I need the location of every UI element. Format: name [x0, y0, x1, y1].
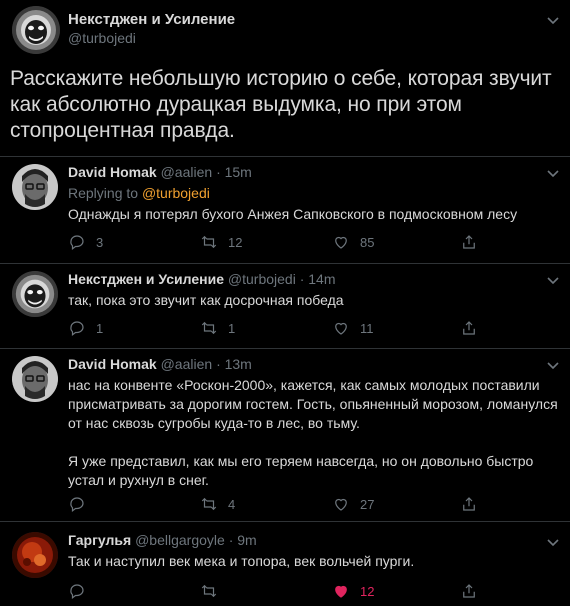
man-with-glasses-avatar[interactable]	[12, 164, 58, 210]
red-gargoyle-avatar[interactable]	[12, 532, 58, 578]
tweet-actions: 12	[64, 582, 484, 602]
reply-text: так, пока это звучит как досрочная побед…	[68, 291, 560, 310]
reply-count: 1	[96, 320, 104, 336]
man-with-glasses-icon	[12, 356, 58, 402]
reply-button[interactable]: 1	[68, 319, 103, 337]
reply-text-paragraph: нас на конвенте «Роскон-2000», кажется, …	[68, 377, 558, 431]
like-count: 85	[360, 234, 375, 250]
like-button[interactable]: 12	[332, 582, 374, 600]
reply-author-handle[interactable]: @aalien	[161, 356, 213, 372]
like-count: 27	[360, 496, 375, 512]
chevron-down-icon[interactable]	[545, 357, 561, 373]
reply-header: David Homak @aalien · 13m	[68, 356, 252, 372]
tweet-actions: 3 12 85	[64, 233, 484, 253]
tweet-actions: 1 1 11	[64, 319, 484, 339]
reply-count: 3	[96, 234, 104, 250]
reply-author-name[interactable]: Некстджен и Усиление	[68, 271, 224, 287]
reply-header: Некстджен и Усиление @turbojedi · 14m	[68, 271, 336, 287]
astronaut-face-avatar[interactable]	[12, 6, 60, 54]
reply-author-handle[interactable]: @bellgargoyle	[135, 532, 225, 548]
chevron-down-icon[interactable]	[545, 534, 561, 550]
share-icon	[463, 235, 475, 249]
heart-icon	[335, 236, 347, 249]
reply-text: Однажды я потерял бухого Анжея Сапковско…	[68, 205, 560, 224]
retweet-count: 1	[228, 320, 236, 336]
share-icon	[463, 497, 475, 511]
replying-to-label: Replying to	[68, 185, 142, 201]
reply-text-paragraph: Так и наступил век мека и топора, век во…	[68, 553, 415, 569]
gargoyle-icon	[12, 532, 58, 578]
reply-author-name[interactable]: Гаргулья	[68, 532, 131, 548]
reply-icon	[70, 235, 84, 250]
reply-text-paragraph: Однажды я потерял бухого Анжея Сапковско…	[68, 206, 518, 222]
reply-button[interactable]	[68, 582, 96, 600]
share-button[interactable]	[460, 495, 478, 513]
reply-timestamp[interactable]: · 13m	[216, 356, 252, 372]
tweet-actions: 4 27	[64, 495, 484, 515]
like-count: 12	[360, 583, 375, 599]
reply-icon	[70, 497, 84, 512]
reply-text-paragraph: так, пока это звучит как досрочная побед…	[68, 292, 344, 308]
heart-icon	[335, 498, 347, 511]
main-tweet-header: Некстджен и Усиление @turbojedi	[0, 0, 570, 62]
like-button[interactable]: 27	[332, 495, 374, 513]
share-button[interactable]	[460, 582, 478, 600]
reply-tweet[interactable]: Гаргулья @bellgargoyle · 9m Так и наступ…	[0, 522, 570, 606]
reply-tweet[interactable]: Некстджен и Усиление @turbojedi · 14m та…	[0, 264, 570, 348]
reply-author-handle[interactable]: @aalien	[161, 164, 213, 180]
like-button[interactable]: 85	[332, 233, 374, 251]
retweet-icon	[201, 321, 217, 335]
retweet-count: 12	[228, 234, 243, 250]
retweet-button[interactable]	[200, 582, 228, 600]
reply-tweet[interactable]: David Homak @aalien · 15m Replying to @t…	[0, 157, 570, 263]
chevron-down-icon[interactable]	[545, 165, 561, 181]
reply-text: нас на конвенте «Роскон-2000», кажется, …	[68, 376, 560, 490]
share-button[interactable]	[460, 233, 478, 251]
like-count: 11	[360, 320, 374, 336]
man-with-glasses-avatar[interactable]	[12, 356, 58, 402]
astronaut-face-icon	[12, 6, 60, 54]
retweet-button[interactable]: 4	[200, 495, 235, 513]
reply-author-name[interactable]: David Homak	[68, 164, 157, 180]
reply-icon	[70, 321, 84, 336]
author-handle[interactable]: @turbojedi	[68, 30, 136, 46]
retweet-count: 4	[228, 496, 236, 512]
astronaut-face-avatar[interactable]	[12, 271, 58, 317]
share-icon	[463, 584, 475, 598]
retweet-button[interactable]: 12	[200, 233, 242, 251]
retweet-icon	[201, 235, 217, 249]
man-with-glasses-icon	[12, 164, 58, 210]
author-name[interactable]: Некстджен и Усиление	[68, 11, 235, 28]
reply-header: David Homak @aalien · 15m	[68, 164, 252, 180]
reply-author-handle[interactable]: @turbojedi	[228, 271, 296, 287]
reply-button[interactable]	[68, 495, 96, 513]
reply-tweet[interactable]: David Homak @aalien · 13m нас на конвент…	[0, 349, 570, 521]
reply-author-name[interactable]: David Homak	[68, 356, 157, 372]
share-button[interactable]	[460, 319, 478, 337]
retweet-icon	[201, 584, 217, 598]
heart-icon	[335, 322, 347, 335]
heart-filled-icon	[335, 585, 347, 598]
chevron-down-icon[interactable]	[545, 272, 561, 288]
reply-icon	[70, 584, 84, 599]
replying-to-mention[interactable]: @turbojedi	[142, 185, 210, 201]
reply-timestamp[interactable]: · 14m	[300, 271, 336, 287]
replying-to-line: Replying to @turbojedi	[68, 185, 210, 201]
astronaut-face-icon	[12, 271, 58, 317]
reply-text: Так и наступил век мека и топора, век во…	[68, 552, 560, 571]
retweet-icon	[201, 497, 217, 511]
reply-text-paragraph: Я уже представил, как мы его теряем навс…	[68, 453, 534, 488]
chevron-down-icon[interactable]	[545, 12, 561, 28]
reply-header: Гаргулья @bellgargoyle · 9m	[68, 532, 257, 548]
like-button[interactable]: 11	[332, 319, 374, 337]
reply-button[interactable]: 3	[68, 233, 103, 251]
share-icon	[463, 321, 475, 335]
reply-timestamp[interactable]: · 15m	[216, 164, 252, 180]
retweet-button[interactable]: 1	[200, 319, 235, 337]
main-tweet-text: Расскажите небольшую историю о себе, кот…	[10, 67, 552, 142]
reply-timestamp[interactable]: · 9m	[229, 532, 257, 548]
